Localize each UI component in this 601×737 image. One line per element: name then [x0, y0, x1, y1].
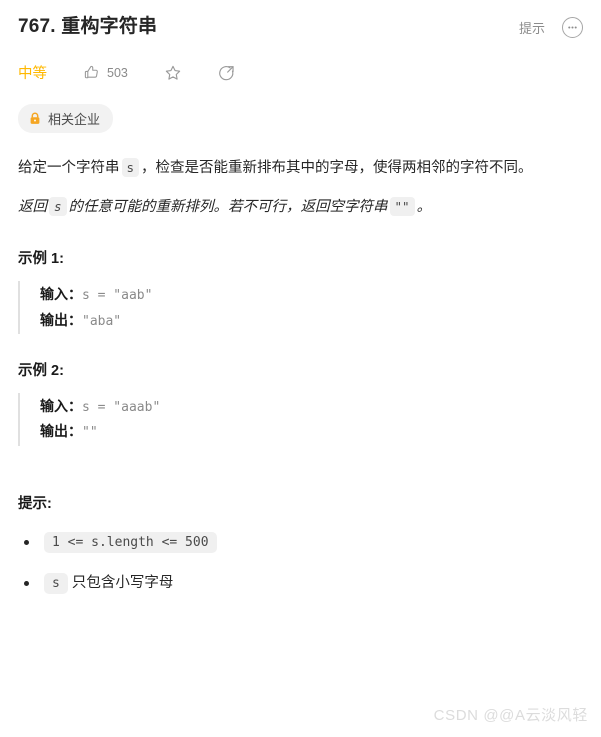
- input-label: 输入：: [40, 398, 82, 415]
- input-label: 输入：: [40, 286, 82, 303]
- title-actions: 提示: [519, 12, 583, 38]
- star-outline-icon: [164, 64, 182, 82]
- inline-code-s-2: s: [49, 196, 67, 216]
- example-1-output-line: 输出："aba": [40, 308, 583, 333]
- csdn-watermark: CSDN @@A云淡风轻: [433, 707, 588, 724]
- example-2-block: 输入：s = "aaab" 输出："": [18, 393, 583, 446]
- problem-page: 767. 重构字符串 提示 中等 503 相关企业 给定一个字符串 s ，检查是…: [0, 0, 601, 737]
- paragraph2-before: 返回: [18, 198, 47, 215]
- example-2-output-line: 输出："": [40, 419, 583, 444]
- example-2-input-line: 输入：s = "aaab": [40, 394, 583, 419]
- like-count: 503: [107, 65, 128, 80]
- input-value: s = "aaab": [82, 400, 161, 416]
- related-companies-label: 相关企业: [48, 111, 101, 127]
- constraints-heading: 提示:: [18, 495, 52, 512]
- thumbs-up-icon: [83, 64, 100, 81]
- constraint-text-2: 只包含小写字母: [71, 574, 174, 591]
- meta-row: 中等 503: [18, 60, 583, 86]
- constraint-item-1: 1 <= s.length <= 500: [18, 531, 583, 554]
- description-paragraph-1: 给定一个字符串 s ，检查是否能重新排布其中的字母，使得两相邻的字符不同。: [18, 155, 583, 181]
- share-button[interactable]: [218, 64, 236, 82]
- problem-description: 给定一个字符串 s ，检查是否能重新排布其中的字母，使得两相邻的字符不同。 返回 s 的…: [18, 155, 583, 221]
- input-value: s = "aab": [82, 288, 153, 304]
- paragraph2-middle: 的任意可能的重新排列。若不可行，返回空字符串: [68, 198, 388, 215]
- page-title: 767. 重构字符串: [18, 16, 158, 37]
- output-label: 输出：: [40, 423, 82, 440]
- inline-code-empty-string: "": [389, 196, 415, 216]
- example-2-heading: 示例 2:: [18, 363, 64, 380]
- title-row: 767. 重构字符串 提示: [18, 12, 583, 41]
- output-value: "": [82, 425, 98, 441]
- share-circle-icon: [218, 64, 236, 82]
- example-1-block: 输入：s = "aab" 输出："aba": [18, 281, 583, 335]
- example-1-heading: 示例 1:: [18, 251, 64, 268]
- constraints-section: 提示: 1 <= s.length <= 500 s 只包含小写字母: [18, 492, 583, 595]
- hint-link[interactable]: 提示: [519, 18, 545, 37]
- constraint-code-length: 1 <= s.length <= 500: [44, 531, 217, 553]
- lock-icon: [29, 112, 41, 125]
- description-paragraph-2: 返回 s 的任意可能的重新排列。若不可行，返回空字符串 ""。: [18, 194, 583, 220]
- example-1-input-line: 输入：s = "aab": [40, 282, 583, 307]
- examples-section: 示例 1: 输入：s = "aab" 输出："aba" 示例 2: 输入：s =…: [18, 247, 583, 446]
- favorite-button[interactable]: [164, 64, 182, 82]
- constraints-list: 1 <= s.length <= 500 s 只包含小写字母: [18, 531, 583, 595]
- ellipsis-circle-icon[interactable]: [562, 17, 583, 38]
- paragraph1-before: 给定一个字符串: [18, 159, 120, 176]
- difficulty-badge: 中等: [18, 66, 47, 83]
- paragraph2-after: 。: [416, 198, 432, 215]
- constraint-item-2: s 只包含小写字母: [18, 572, 583, 595]
- like-button[interactable]: 503: [83, 64, 128, 81]
- output-value: "aba": [82, 313, 122, 329]
- paragraph1-after: ，检查是否能重新排布其中的字母，使得两相邻的字符不同。: [141, 159, 533, 176]
- tag-row: 相关企业: [18, 103, 583, 133]
- related-companies-tag[interactable]: 相关企业: [18, 103, 114, 133]
- inline-code-s: s: [121, 157, 140, 177]
- constraint-code-s: s: [44, 572, 68, 594]
- output-label: 输出：: [40, 311, 82, 328]
